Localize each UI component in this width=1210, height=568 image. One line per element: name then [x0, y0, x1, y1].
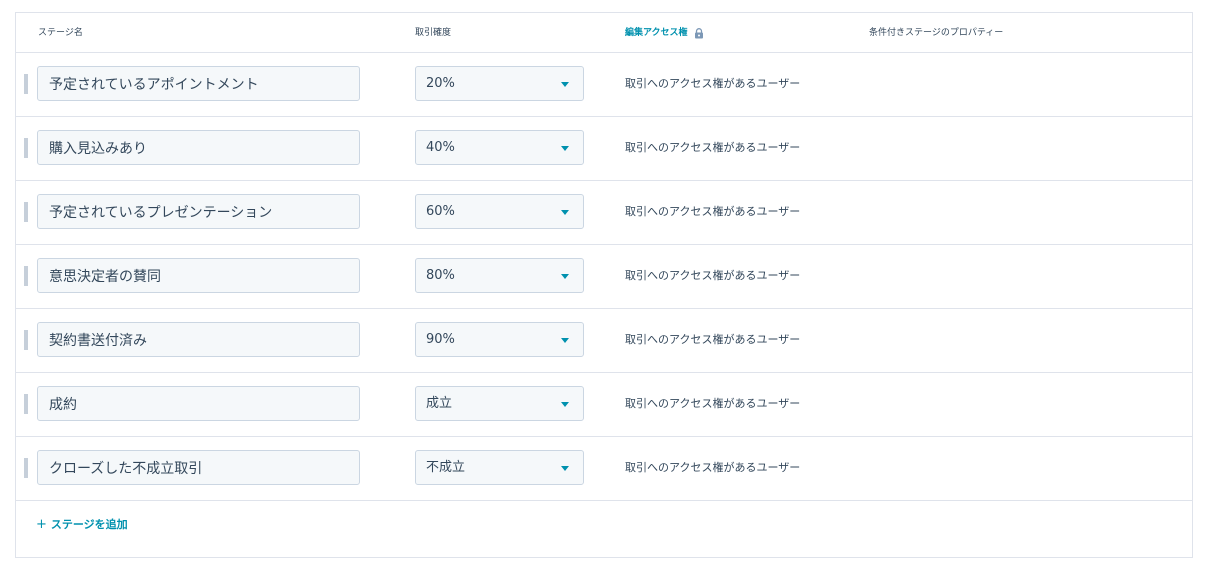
probability-value: 40%	[426, 140, 455, 155]
header-conditional-properties: 条件付きステージのプロパティー	[869, 28, 1004, 38]
lock-icon	[694, 27, 705, 39]
probability-value: 60%	[426, 204, 455, 219]
stage-row: 60% 取引へのアクセス権があるユーザー	[16, 180, 1192, 245]
drag-handle-icon[interactable]	[24, 74, 28, 94]
stage-name-input[interactable]	[37, 450, 360, 485]
caret-down-icon	[561, 82, 569, 87]
stage-name-input[interactable]	[37, 66, 360, 101]
caret-down-icon	[561, 210, 569, 215]
stage-row: 不成立 取引へのアクセス権があるユーザー	[16, 436, 1192, 501]
caret-down-icon	[561, 466, 569, 471]
drag-handle-icon[interactable]	[24, 394, 28, 414]
probability-value: 90%	[426, 332, 455, 347]
header-stage-name: ステージ名	[38, 28, 83, 38]
probability-select[interactable]: 不成立	[415, 450, 584, 485]
caret-down-icon	[561, 402, 569, 407]
caret-down-icon	[561, 338, 569, 343]
probability-value: 80%	[426, 268, 455, 283]
probability-select[interactable]: 20%	[415, 66, 584, 101]
edit-access-value: 取引へのアクセス権があるユーザー	[625, 205, 801, 218]
probability-select[interactable]: 成立	[415, 386, 584, 421]
stage-name-input[interactable]	[37, 386, 360, 421]
edit-access-value: 取引へのアクセス権があるユーザー	[625, 141, 801, 154]
edit-access-value: 取引へのアクセス権があるユーザー	[625, 269, 801, 282]
pipeline-stages-panel: ステージ名 取引確度 編集アクセス権 条件付きステージのプロパティー 20% 取引…	[15, 12, 1193, 558]
add-stage-label: ステージを追加	[50, 518, 128, 531]
drag-handle-icon[interactable]	[24, 138, 28, 158]
caret-down-icon	[561, 274, 569, 279]
stage-name-input[interactable]	[37, 194, 360, 229]
probability-value: 成立	[426, 396, 453, 411]
header-edit-access-label: 編集アクセス権	[625, 28, 688, 38]
drag-handle-icon[interactable]	[24, 458, 28, 478]
edit-access-value: 取引へのアクセス権があるユーザー	[625, 461, 801, 474]
drag-handle-icon[interactable]	[24, 330, 28, 350]
caret-down-icon	[561, 146, 569, 151]
stage-name-input[interactable]	[37, 130, 360, 165]
header-probability: 取引確度	[415, 28, 452, 38]
stage-row: 80% 取引へのアクセス権があるユーザー	[16, 244, 1192, 309]
edit-access-value: 取引へのアクセス権があるユーザー	[625, 333, 801, 346]
probability-value: 20%	[426, 76, 455, 91]
add-stage-button[interactable]: + ステージを追加	[36, 518, 128, 532]
plus-icon: +	[36, 517, 47, 532]
stage-row: 20% 取引へのアクセス権があるユーザー	[16, 52, 1192, 117]
stage-row: 成立 取引へのアクセス権があるユーザー	[16, 372, 1192, 437]
drag-handle-icon[interactable]	[24, 202, 28, 222]
table-header: ステージ名 取引確度 編集アクセス権 条件付きステージのプロパティー	[16, 13, 1192, 53]
probability-value: 不成立	[426, 460, 466, 475]
header-edit-access[interactable]: 編集アクセス権	[625, 27, 705, 39]
stage-row: 90% 取引へのアクセス権があるユーザー	[16, 308, 1192, 373]
probability-select[interactable]: 80%	[415, 258, 584, 293]
edit-access-value: 取引へのアクセス権があるユーザー	[625, 77, 801, 90]
probability-select[interactable]: 90%	[415, 322, 584, 357]
probability-select[interactable]: 60%	[415, 194, 584, 229]
probability-select[interactable]: 40%	[415, 130, 584, 165]
stage-name-input[interactable]	[37, 322, 360, 357]
drag-handle-icon[interactable]	[24, 266, 28, 286]
stage-row: 40% 取引へのアクセス権があるユーザー	[16, 116, 1192, 181]
edit-access-value: 取引へのアクセス権があるユーザー	[625, 397, 801, 410]
stage-name-input[interactable]	[37, 258, 360, 293]
